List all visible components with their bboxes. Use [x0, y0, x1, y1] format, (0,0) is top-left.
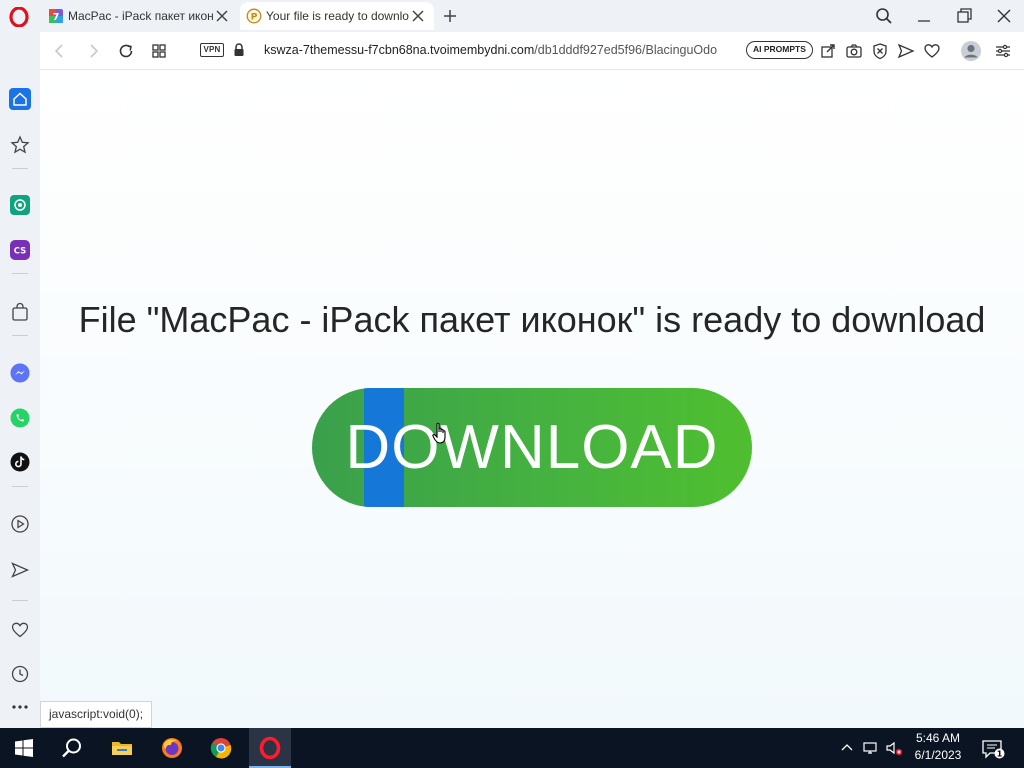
svg-text:7: 7	[53, 12, 60, 23]
opera-sidebar: CS	[0, 32, 40, 728]
more-icon[interactable]	[9, 696, 31, 718]
download-button-label: DOWNLOAD	[345, 413, 719, 482]
snapshot-camera-icon[interactable]	[844, 41, 864, 61]
player-icon[interactable]	[9, 513, 31, 535]
ad-blocker-icon[interactable]	[870, 41, 890, 61]
page-content: File "MacPac - iPack пакет иконок" is re…	[40, 71, 1024, 728]
clock-time: 5:46 AM	[915, 731, 961, 745]
sidebar-divider	[12, 486, 28, 487]
sidebar-divider	[12, 600, 28, 601]
sidebar-divider	[12, 335, 28, 336]
opera-taskbar-icon[interactable]	[258, 736, 282, 760]
speed-dial-grid-icon[interactable]	[149, 41, 169, 61]
close-tab-icon[interactable]	[214, 8, 230, 24]
whatsapp-icon[interactable]	[9, 407, 31, 429]
title-bar: 7 MacPac - iPack пакет икон P Your file …	[0, 0, 1024, 32]
easy-setup-icon[interactable]	[993, 41, 1013, 61]
notification-count: 1	[997, 750, 1003, 759]
search-tabs-icon[interactable]	[874, 6, 894, 26]
hand-cursor-icon	[432, 422, 446, 444]
sidebar-divider	[12, 273, 28, 274]
svg-text:CS: CS	[14, 247, 27, 257]
url-field[interactable]: kswza-7themessu-f7cbn68na.tvoimembydni.c…	[264, 43, 736, 57]
sidebar-divider	[12, 168, 28, 169]
close-tab-icon[interactable]	[410, 8, 426, 24]
shopping-bag-icon[interactable]	[9, 301, 31, 323]
messenger-icon[interactable]	[9, 362, 31, 384]
edit-share-icon[interactable]	[818, 41, 838, 61]
send-flow-icon[interactable]	[9, 559, 31, 581]
reload-icon[interactable]	[116, 41, 136, 61]
new-tab-plus-icon[interactable]	[441, 7, 459, 25]
cs-app-icon[interactable]: CS	[9, 239, 31, 261]
url-path: /db1dddf927ed5f96/BlacinguOdo	[534, 43, 718, 57]
file-explorer-icon[interactable]	[110, 736, 134, 760]
svg-text:P: P	[251, 13, 258, 23]
search-icon[interactable]	[60, 736, 84, 760]
close-window-icon[interactable]	[994, 6, 1014, 26]
system-clock[interactable]: 5:46 AM 6/1/2023	[906, 730, 970, 764]
lock-icon[interactable]	[232, 42, 246, 58]
tray-chevron-up-icon[interactable]	[838, 739, 856, 757]
address-bar: VPN kswza-7themessu-f7cbn68na.tvoimembyd…	[40, 32, 1024, 70]
tab-download[interactable]: P Your file is ready to downlo	[240, 2, 434, 30]
restore-icon[interactable]	[954, 6, 974, 26]
volume-muted-icon[interactable]	[885, 739, 903, 757]
history-clock-icon[interactable]	[9, 663, 31, 685]
chatgpt-icon[interactable]	[9, 194, 31, 216]
notification-center-icon[interactable]: 1	[981, 738, 1005, 760]
send-icon[interactable]	[896, 41, 916, 61]
back-icon[interactable]	[50, 41, 70, 61]
tab-macpac[interactable]: 7 MacPac - iPack пакет икон	[42, 2, 238, 30]
url-host: kswza-7themessu-f7cbn68na.tvoimembydni.c…	[264, 43, 535, 57]
chrome-icon[interactable]	[209, 736, 233, 760]
opera-menu-icon[interactable]	[9, 7, 29, 27]
windows-start-icon[interactable]	[12, 736, 36, 760]
heart-icon[interactable]	[922, 41, 942, 61]
heart-icon[interactable]	[9, 619, 31, 641]
star-icon[interactable]	[9, 134, 31, 156]
clock-date: 6/1/2023	[914, 748, 962, 762]
ai-prompts-button[interactable]: AI PROMPTS	[746, 41, 813, 59]
link-status-tooltip: javascript:void(0);	[40, 701, 153, 728]
page-headline: File "MacPac - iPack пакет иконок" is re…	[78, 299, 986, 340]
p-circle-favicon-icon: P	[246, 8, 262, 24]
firefox-icon[interactable]	[160, 736, 184, 760]
download-button[interactable]: DOWNLOAD	[312, 388, 752, 507]
tiktok-icon[interactable]	[9, 451, 31, 473]
forward-icon[interactable]	[83, 41, 103, 61]
profile-avatar-icon[interactable]	[960, 40, 982, 62]
colorful-grid-favicon-icon: 7	[49, 9, 63, 23]
minimize-icon[interactable]	[914, 6, 934, 26]
vpn-badge[interactable]: VPN	[200, 43, 224, 57]
tab-title: MacPac - iPack пакет икон	[68, 9, 214, 23]
network-icon[interactable]	[862, 739, 880, 757]
tab-title: Your file is ready to downlo	[266, 9, 409, 23]
home-icon[interactable]	[9, 88, 31, 110]
